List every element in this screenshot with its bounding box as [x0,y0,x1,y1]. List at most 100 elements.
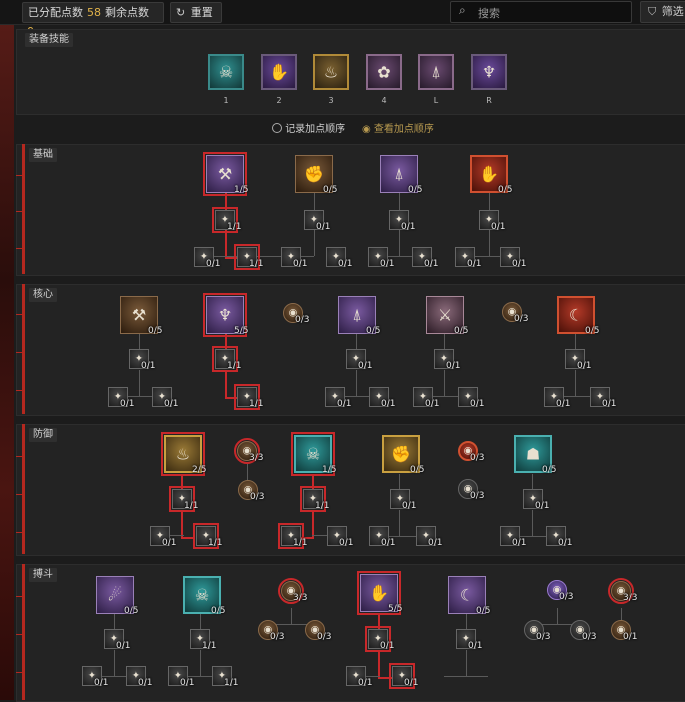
skill-node[interactable]: ✦ 0/1 [82,666,108,688]
skill-node[interactable]: ◉ 0/3 [238,480,264,502]
skill-node[interactable]: ✦ 0/1 [416,526,442,548]
skill-node[interactable]: ✦ 1/1 [212,207,241,233]
skill-node[interactable]: ♨ 2/5 [161,432,206,476]
skill-node[interactable]: ✦ 0/1 [281,247,307,269]
skill-node[interactable]: ✦ 0/1 [544,387,570,409]
skill-node[interactable]: ✦ 0/1 [325,387,351,409]
skill-node[interactable]: ◉ 3/3 [234,438,263,464]
skill-node[interactable]: ✦ 0/1 [390,489,416,511]
skill-node[interactable]: ✦ 0/1 [129,349,155,371]
skill-node[interactable]: ✦ 1/1 [169,486,198,512]
skill-node[interactable]: ✦ 1/1 [234,384,263,410]
skill-node[interactable]: ✦ 0/1 [458,387,484,409]
skill-node[interactable]: ◉ 0/3 [502,302,528,324]
skill-node[interactable]: ✦ 0/1 [194,247,220,269]
skill-node[interactable]: ✦ 0/1 [108,387,134,409]
skill-node[interactable]: ✦ 0/1 [590,387,616,409]
skill-node[interactable]: ✦ 0/1 [412,247,438,269]
skill-node[interactable]: ☠ 0/5 [183,576,225,616]
skill-node[interactable]: ✦ 0/1 [346,666,372,688]
skill-node[interactable]: ✦ 0/1 [389,663,418,689]
skill-node[interactable]: ✦ 0/1 [500,247,526,269]
skill-node[interactable]: ✦ 0/1 [523,489,549,511]
skill-node[interactable]: ♆ 5/5 [203,293,248,337]
skill-node[interactable]: ✦ 0/1 [326,247,352,269]
skill-node[interactable]: ✦ 0/1 [150,526,176,548]
skill-node[interactable]: ✋ 5/5 [357,571,402,615]
skill-node[interactable]: ✦ 0/1 [346,349,372,371]
skill-node[interactable]: ✦ 1/1 [212,346,241,372]
skill-node[interactable]: ⍋ 0/5 [380,155,422,195]
equip-slot-l[interactable]: ⍋ [418,54,454,90]
equip-slot-2[interactable]: ✋ [261,54,297,90]
skill-node[interactable]: ◉ 0/3 [258,620,284,642]
search-input[interactable]: ⌕ 搜索 [450,1,632,23]
skill-glyph-icon: ♆ [217,305,233,325]
skill-node[interactable]: ✦ 0/1 [168,666,194,688]
record-order-toggle[interactable]: 记录加点顺序 [272,120,345,135]
skill-node[interactable]: ◉ 0/3 [524,620,550,642]
equip-slot-4[interactable]: ✿ [366,54,402,90]
skill-node[interactable]: ☾ 0/5 [557,296,599,336]
skill-node[interactable]: ✦ 0/1 [304,210,330,232]
skill-rank: 0/1 [337,399,352,409]
skill-node[interactable]: ◉ 0/1 [611,620,637,642]
skill-node[interactable]: ⚒ 1/5 [203,152,248,196]
equip-key-l: L [433,96,439,105]
skill-node[interactable]: ✦ 0/1 [126,666,152,688]
skill-node[interactable]: ◉ 0/3 [570,620,596,642]
skill-node[interactable]: ✦ 0/1 [365,626,394,652]
skill-node[interactable]: ⚒ 0/5 [120,296,162,336]
skill-node[interactable]: ✦ 1/1 [300,486,329,512]
filter-button[interactable]: ⛉ 筛选 [640,1,685,23]
skill-rank: 0/1 [512,259,527,269]
skill-node[interactable]: ◉ 3/3 [278,578,307,604]
skill-node[interactable]: ◉ 0/3 [458,441,484,463]
skill-node[interactable]: ✦ 0/1 [546,526,572,548]
skill-node[interactable]: ☗ 0/5 [514,435,556,475]
skill-node[interactable]: ✦ 0/1 [104,629,130,651]
skill-node[interactable]: ✊ 0/5 [382,435,424,475]
skill-node[interactable]: ✦ 1/1 [193,523,222,549]
skill-node[interactable]: ⍋ 0/5 [338,296,380,336]
skill-node[interactable]: ✦ 0/1 [368,247,394,269]
skill-node[interactable]: ◉ 0/3 [547,580,573,602]
skill-node[interactable]: ◉ 3/3 [608,578,637,604]
skill-node[interactable]: ◉ 0/3 [458,479,484,501]
skill-node[interactable]: ✦ 1/1 [190,629,216,651]
connector-line [181,510,183,538]
skill-node[interactable]: ⚔ 0/5 [426,296,468,336]
skill-rank: 5/5 [234,326,249,336]
skill-node[interactable]: ◉ 0/3 [305,620,331,642]
skill-node[interactable]: ✦ 0/1 [479,210,505,232]
skill-node[interactable]: ✊ 0/5 [295,155,337,195]
skill-node[interactable]: ✋ 0/5 [470,155,512,195]
skill-node[interactable]: ✦ 1/1 [212,666,238,688]
skill-node[interactable]: ✦ 0/1 [413,387,439,409]
filter-label: 筛选 [661,5,684,18]
skill-node[interactable]: ✦ 0/1 [369,387,395,409]
skill-node[interactable]: ✦ 0/1 [500,526,526,548]
skill-node[interactable]: ✦ 1/1 [278,523,307,549]
view-order-link[interactable]: ◉ 查看加点顺序 [362,120,434,135]
equip-slot-3[interactable]: ♨ [313,54,349,90]
skill-node[interactable]: ✦ 0/1 [327,526,353,548]
skill-node[interactable]: ✦ 1/1 [234,244,263,270]
skill-node[interactable]: ✦ 0/1 [434,349,460,371]
skill-node[interactable]: ✦ 0/1 [456,629,482,651]
equip-slot-1[interactable]: ☠ [208,54,244,90]
skill-node[interactable]: ☠ 1/5 [291,432,336,476]
equip-slot-r[interactable]: ♆ [471,54,507,90]
skill-node[interactable]: ✦ 0/1 [565,349,591,371]
horned-skull-icon: ☠ [218,62,234,82]
skill-node[interactable]: ☾ 0/5 [448,576,490,616]
skill-rank: 0/3 [317,632,332,642]
skill-node[interactable]: ✦ 0/1 [369,526,395,548]
progress-rail-core [22,284,25,414]
skill-node[interactable]: ✦ 0/1 [455,247,481,269]
skill-node[interactable]: ◉ 0/3 [283,303,309,325]
reset-button[interactable]: ↻ 重置 [170,2,222,23]
skill-node[interactable]: ☄ 0/5 [96,576,138,616]
skill-node[interactable]: ✦ 0/1 [389,210,415,232]
skill-node[interactable]: ✦ 0/1 [152,387,178,409]
